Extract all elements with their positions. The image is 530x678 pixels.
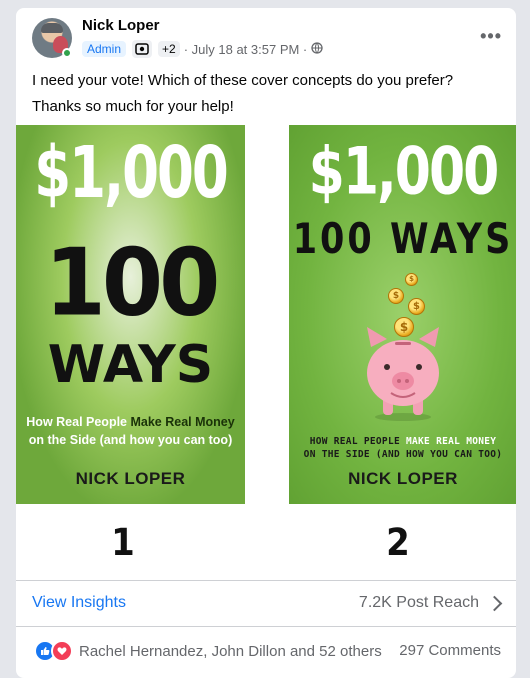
- post-meta: Admin +2 · July 18 at 3:57 PM ·: [82, 39, 323, 59]
- admin-badge[interactable]: Admin: [82, 41, 127, 57]
- post-images: $1,000 100 WAYS How Real People Make Rea…: [16, 125, 516, 588]
- cover2-subtitle: HOW REAL PEOPLE MAKE REAL MONEY ON THE S…: [293, 435, 513, 461]
- cover-concept-2[interactable]: $1,000 100 WAYS $ $ $ $ HOW REAL PEOPLE …: [289, 125, 516, 504]
- coin-icon: $: [408, 298, 425, 315]
- online-status-dot: [62, 48, 72, 58]
- cover2-author: NICK LOPER: [348, 469, 458, 488]
- post-timestamp[interactable]: · July 18 at 3:57 PM ·: [184, 42, 308, 57]
- reactions-summary[interactable]: Rachel Hernandez, John Dillon and 52 oth…: [34, 640, 382, 662]
- cover2-subtitle-pre: HOW REAL PEOPLE: [309, 436, 406, 447]
- more-badges[interactable]: +2: [158, 41, 180, 57]
- cover1-subtitle-highlight: Make Real Money: [130, 415, 235, 429]
- cover1-big-number: 100: [44, 228, 221, 337]
- coin-icon: $: [388, 288, 404, 304]
- view-insights-link[interactable]: View Insights: [32, 594, 126, 612]
- cover-concept-1[interactable]: $1,000 100 WAYS How Real People Make Rea…: [16, 125, 245, 504]
- cover2-price: $1,000: [308, 134, 500, 210]
- avatar-hat: [41, 23, 63, 33]
- cover2-ways: 100 WAYS: [292, 216, 514, 264]
- love-icon: [51, 640, 73, 662]
- reactors-text: Rachel Hernandez, John Dillon and 52 oth…: [79, 642, 382, 660]
- cover1-number-label: 1: [111, 521, 135, 565]
- author-name[interactable]: Nick Loper: [82, 17, 160, 34]
- post-text-line-1: I need your vote! Which of these cover c…: [32, 72, 454, 89]
- cover1-price: $1,000: [34, 132, 229, 215]
- post-reach-text: 7.2K Post Reach: [358, 594, 479, 611]
- cover1-subtitle-pre: How Real People: [26, 415, 131, 429]
- globe-icon: [311, 41, 323, 57]
- chevron-right-icon: [486, 595, 503, 611]
- badge-icon[interactable]: [132, 40, 153, 58]
- badge-glyph-icon: [135, 43, 149, 55]
- post-card: Nick Loper Admin +2 · July 18 at 3:57 PM…: [16, 8, 516, 678]
- post-text-line-2: Thanks so much for your help!: [32, 98, 234, 115]
- post-reach-button[interactable]: 7.2K Post Reach: [358, 594, 503, 612]
- cover2-subtitle-highlight: MAKE REAL MONEY: [406, 436, 497, 447]
- coin-icon: $: [405, 273, 418, 286]
- cover2-number-label: 2: [386, 521, 410, 565]
- divider: [16, 580, 516, 581]
- more-options-icon[interactable]: •••: [480, 26, 502, 47]
- cover2-subtitle-post: ON THE SIDE (AND HOW YOU CAN TOO): [303, 449, 503, 460]
- piggy-bank-icon: [367, 327, 439, 421]
- divider: [16, 626, 516, 627]
- cover1-author: NICK LOPER: [75, 469, 186, 488]
- post-header: Nick Loper Admin +2 · July 18 at 3:57 PM…: [32, 17, 502, 62]
- cover1-subtitle-post: on the Side (and how you can too): [28, 433, 233, 447]
- comments-count[interactable]: 297 Comments: [399, 640, 501, 662]
- post-text: I need your vote! Which of these cover c…: [32, 68, 502, 120]
- cover1-subtitle: How Real People Make Real Money on the S…: [20, 413, 241, 449]
- cover1-ways: WAYS: [47, 335, 214, 395]
